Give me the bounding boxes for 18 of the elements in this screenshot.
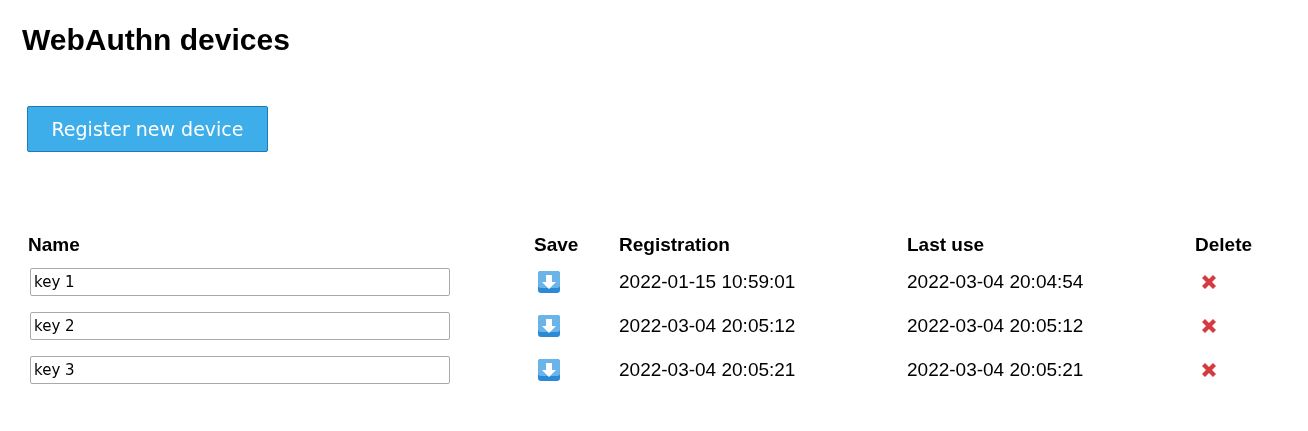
registration-date: 2022-01-15 10:59:01 — [619, 271, 796, 292]
column-header: Save — [534, 234, 579, 255]
last-use-date: 2022-03-04 20:04:54 — [907, 271, 1084, 292]
name-field[interactable]: key 3 — [30, 356, 450, 384]
download-icon[interactable] — [538, 315, 560, 337]
download-icon[interactable] — [538, 359, 560, 381]
name-field[interactable]: key 1 — [30, 268, 450, 296]
download-icon[interactable] — [538, 271, 560, 293]
page-title: WebAuthn devices — [22, 22, 291, 58]
last-use-date: 2022-03-04 20:05:21 — [907, 359, 1084, 380]
last-use-date: 2022-03-04 20:05:12 — [907, 315, 1084, 336]
column-header: Name — [28, 234, 80, 255]
column-header: Last use — [907, 234, 985, 255]
column-header: Registration — [619, 234, 730, 255]
column-header: Delete — [1195, 234, 1253, 255]
name-field[interactable]: key 2 — [30, 312, 450, 340]
registration-date: 2022-03-04 20:05:12 — [619, 315, 796, 336]
registration-date: 2022-03-04 20:05:21 — [619, 359, 796, 380]
